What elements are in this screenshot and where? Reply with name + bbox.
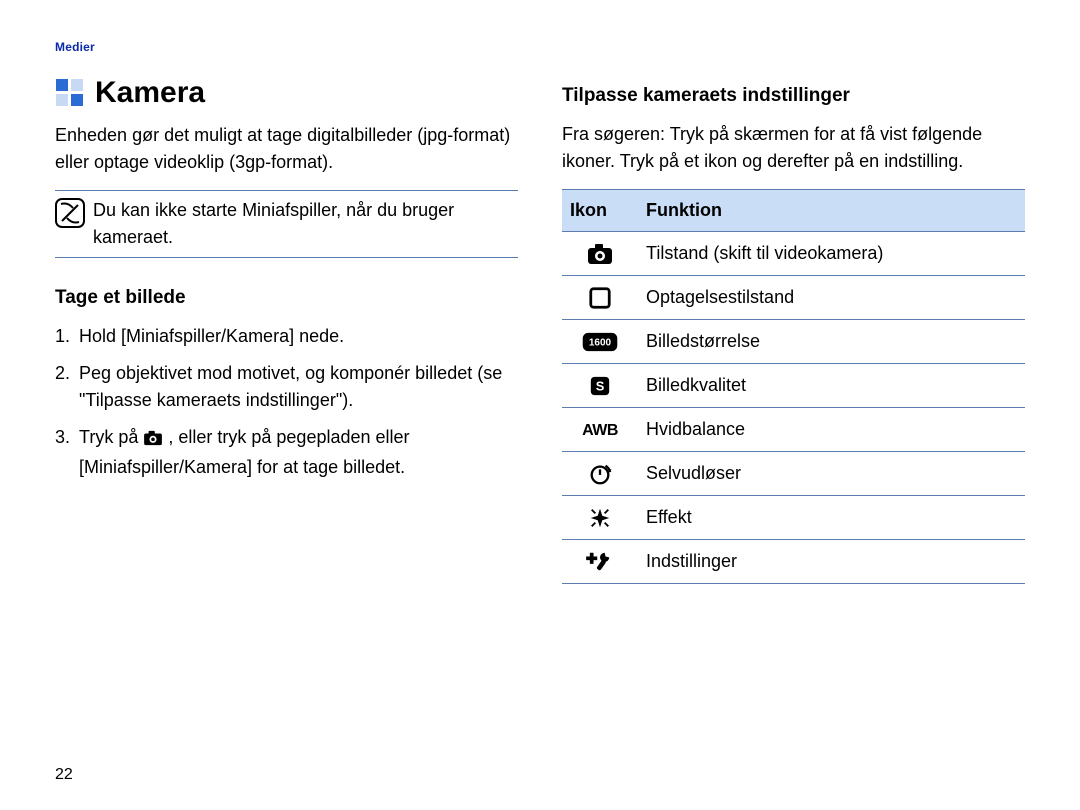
func-image-size: Billedstørrelse (638, 319, 1025, 363)
heading-squares-icon (55, 78, 85, 108)
camera-icon (143, 427, 163, 454)
section-header: Medier (55, 40, 1025, 54)
page-number: 22 (55, 766, 73, 784)
effect-icon (562, 495, 638, 539)
steps-list: Hold [Miniafspiller/Kamera] nede. Peg ob… (55, 323, 518, 481)
mode-camera-icon (562, 231, 638, 275)
step-2: Peg objektivet mod motivet, og komponér … (55, 360, 518, 414)
heading-take-picture: Tage et billede (55, 284, 518, 313)
image-size-icon: 1600 (562, 319, 638, 363)
step-1: Hold [Miniafspiller/Kamera] nede. (55, 323, 518, 350)
step-3: Tryk på , eller tryk på pegepladen eller… (55, 424, 518, 481)
note-box: Du kan ikke starte Miniafspiller, når du… (55, 190, 518, 258)
svg-text:1600: 1600 (589, 337, 612, 348)
th-function: Funktion (638, 189, 1025, 231)
func-mode: Tilstand (skift til videokamera) (638, 231, 1025, 275)
table-row: Selvudløser (562, 451, 1025, 495)
page-title-text: Kamera (95, 78, 205, 108)
table-row: Optagelsestilstand (562, 275, 1025, 319)
intro-paragraph: Enheden gør det muligt at tage digitalbi… (55, 122, 518, 176)
self-timer-icon (562, 451, 638, 495)
table-row: Indstillinger (562, 539, 1025, 583)
image-quality-icon: S (562, 363, 638, 407)
record-mode-icon (562, 275, 638, 319)
note-icon (55, 198, 85, 236)
heading-settings: Tilpasse kameraets indstillinger (562, 82, 1025, 111)
func-settings: Indstillinger (638, 539, 1025, 583)
th-icon: Ikon (562, 189, 638, 231)
table-row: Effekt (562, 495, 1025, 539)
page-title: Kamera (55, 78, 518, 108)
settings-icon (562, 539, 638, 583)
table-row: 1600 Billedstørrelse (562, 319, 1025, 363)
note-text: Du kan ikke starte Miniafspiller, når du… (93, 197, 518, 251)
table-row: Tilstand (skift til videokamera) (562, 231, 1025, 275)
func-white-balance: Hvidbalance (638, 407, 1025, 451)
func-self-timer: Selvudløser (638, 451, 1025, 495)
func-record-mode: Optagelsestilstand (638, 275, 1025, 319)
func-effect: Effekt (638, 495, 1025, 539)
func-image-quality: Billedkvalitet (638, 363, 1025, 407)
table-row: AWB Hvidbalance (562, 407, 1025, 451)
white-balance-icon: AWB (562, 407, 638, 451)
settings-intro: Fra søgeren: Tryk på skærmen for at få v… (562, 121, 1025, 175)
svg-text:S: S (596, 378, 605, 393)
step-3a: Tryk på (79, 427, 143, 447)
table-row: S Billedkvalitet (562, 363, 1025, 407)
settings-table: Ikon Funktion (562, 189, 1025, 584)
